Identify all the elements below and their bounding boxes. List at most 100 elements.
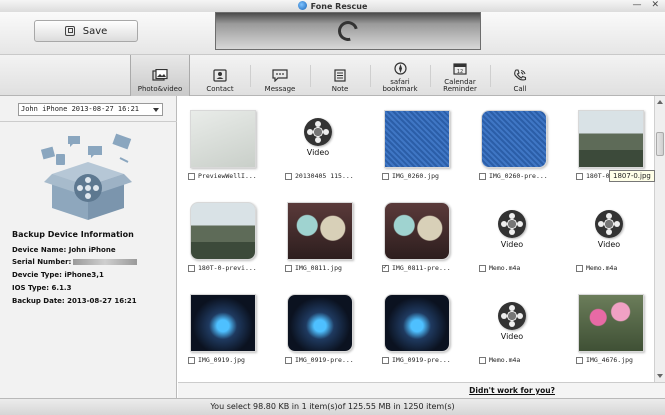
file-name: IMG_4676.jpg	[586, 356, 633, 364]
select-checkbox[interactable]	[576, 264, 583, 272]
select-checkbox[interactable]	[188, 172, 195, 180]
close-button[interactable]: ✕	[651, 0, 659, 10]
media-item-caption: IMG_0260.jpg	[382, 172, 439, 180]
select-checkbox[interactable]	[285, 264, 292, 272]
photo-video-icon	[152, 69, 168, 82]
media-item[interactable]: IMG_0919-pre...	[277, 286, 374, 376]
device-banner	[215, 12, 481, 50]
select-checkbox[interactable]	[382, 263, 389, 272]
file-name: PreviewWellI...	[198, 172, 257, 180]
device-backup-select[interactable]: John iPhone 2013-08-27 16:21	[18, 103, 163, 116]
window-title: Fone Rescue	[0, 1, 665, 11]
tab-calendar-reminder[interactable]: 12 Calendar Reminder	[430, 55, 490, 96]
photo-thumbnail[interactable]	[384, 294, 450, 352]
calendar-icon: 12	[452, 62, 468, 75]
serial-number-row: Serial Number:	[12, 258, 138, 266]
file-name: IMG_0811-pre...	[392, 264, 451, 272]
film-reel-icon	[498, 210, 526, 238]
file-name: IMG_0919.jpg	[198, 356, 245, 364]
media-grid: PreviewWellI... Video 20130405 115... IMG_0…	[178, 96, 654, 382]
media-item-caption: IMG_0811-pre...	[382, 263, 451, 272]
media-item[interactable]: Video 20130405 115...	[277, 102, 374, 192]
media-item[interactable]: Video Memo.m4a	[471, 286, 568, 376]
media-item[interactable]: IMG_0260-pre...	[471, 102, 568, 192]
media-item[interactable]: PreviewWellI...	[180, 102, 277, 192]
serial-redaction	[73, 259, 138, 265]
note-icon	[332, 69, 348, 82]
header: Save	[0, 12, 665, 54]
file-name: Memo.m4a	[489, 356, 521, 364]
video-reel-icon: Video	[495, 210, 529, 256]
select-checkbox[interactable]	[285, 356, 292, 364]
photo-thumbnail[interactable]	[190, 202, 256, 260]
help-link[interactable]: Didn't work for you?	[469, 386, 555, 395]
tab-message[interactable]: Message	[250, 55, 310, 96]
media-item-caption: IMG_0260-pre...	[479, 172, 548, 180]
tab-safari-bookmark[interactable]: safari bookmark	[370, 55, 430, 96]
scroll-up-icon[interactable]	[657, 100, 663, 104]
media-item[interactable]: IMG_4676.jpg	[568, 286, 665, 376]
category-toolbar: Photo&video Contact Message Note safari …	[0, 54, 665, 96]
select-checkbox[interactable]	[576, 356, 583, 364]
select-checkbox[interactable]	[576, 172, 583, 180]
select-checkbox[interactable]	[188, 356, 195, 364]
photo-thumbnail[interactable]	[384, 110, 450, 168]
backup-date-text: Backup Date: 2013-08-27 16:21	[12, 297, 137, 305]
media-item-caption: IMG_0919-pre...	[382, 356, 451, 364]
media-item-caption: Memo.m4a	[479, 356, 520, 364]
select-checkbox[interactable]	[479, 356, 486, 364]
scrollbar-thumb[interactable]	[656, 132, 664, 156]
tab-note[interactable]: Note	[310, 55, 370, 96]
select-checkbox[interactable]	[479, 172, 486, 180]
photo-thumbnail[interactable]	[190, 110, 256, 168]
media-item[interactable]: IMG_0260.jpg	[374, 102, 471, 192]
media-item[interactable]: IMG_0811-pre...	[374, 194, 471, 284]
save-button[interactable]: Save	[34, 20, 138, 42]
file-name: IMG_0919-pre...	[392, 356, 451, 364]
select-checkbox[interactable]	[188, 264, 195, 272]
filename-tooltip: 1807-0.jpg	[609, 170, 655, 182]
media-item-caption: PreviewWellI...	[188, 172, 257, 180]
file-name: Memo.m4a	[586, 264, 618, 272]
grid-footer: Didn't work for you?	[178, 382, 665, 398]
minimize-button[interactable]: —	[632, 0, 641, 10]
grid-scrollbar[interactable]	[654, 96, 665, 382]
media-item[interactable]: Video Memo.m4a	[471, 194, 568, 284]
file-name: 20130405 115...	[295, 172, 354, 180]
window-controls: — ✕	[632, 0, 659, 10]
media-item-caption: IMG_0919-pre...	[285, 356, 354, 364]
media-item-caption: 20130405 115...	[285, 172, 354, 180]
media-item[interactable]: IMG_0919-pre...	[374, 286, 471, 376]
media-item-caption: IMG_0919.jpg	[188, 356, 245, 364]
device-logo-icon	[334, 17, 362, 45]
photo-thumbnail[interactable]	[481, 110, 547, 168]
tab-photo-video[interactable]: Photo&video	[130, 55, 190, 96]
select-checkbox[interactable]	[382, 356, 389, 364]
media-item[interactable]: IMG_0919.jpg	[180, 286, 277, 376]
media-item[interactable]: IMG_0811.jpg	[277, 194, 374, 284]
photo-thumbnail[interactable]	[384, 202, 450, 260]
backup-info-title: Backup Device Information	[12, 230, 134, 239]
film-reel-icon	[595, 210, 623, 238]
tab-call[interactable]: Call	[490, 55, 550, 96]
photo-thumbnail[interactable]	[578, 110, 644, 168]
photo-thumbnail[interactable]	[578, 294, 644, 352]
tab-contact[interactable]: Contact	[190, 55, 250, 96]
select-checkbox[interactable]	[479, 264, 486, 272]
media-item-caption: IMG_4676.jpg	[576, 356, 633, 364]
media-item[interactable]: 180T-0-previ...	[180, 194, 277, 284]
photo-thumbnail[interactable]	[287, 294, 353, 352]
video-label: Video	[306, 148, 330, 157]
photo-thumbnail[interactable]	[287, 202, 353, 260]
device-type-text: Devcie Type: iPhone3,1	[12, 271, 104, 279]
scroll-down-icon[interactable]	[657, 374, 663, 378]
media-item-caption: Memo.m4a	[479, 264, 520, 272]
select-checkbox[interactable]	[285, 172, 292, 180]
photo-thumbnail[interactable]	[190, 294, 256, 352]
media-item[interactable]: Video Memo.m4a	[568, 194, 665, 284]
select-checkbox[interactable]	[382, 172, 389, 180]
video-label: Video	[500, 332, 524, 341]
media-item-caption: 180T-0-previ...	[188, 264, 257, 272]
panel-divider	[0, 121, 177, 122]
file-name: IMG_0260.jpg	[392, 172, 439, 180]
